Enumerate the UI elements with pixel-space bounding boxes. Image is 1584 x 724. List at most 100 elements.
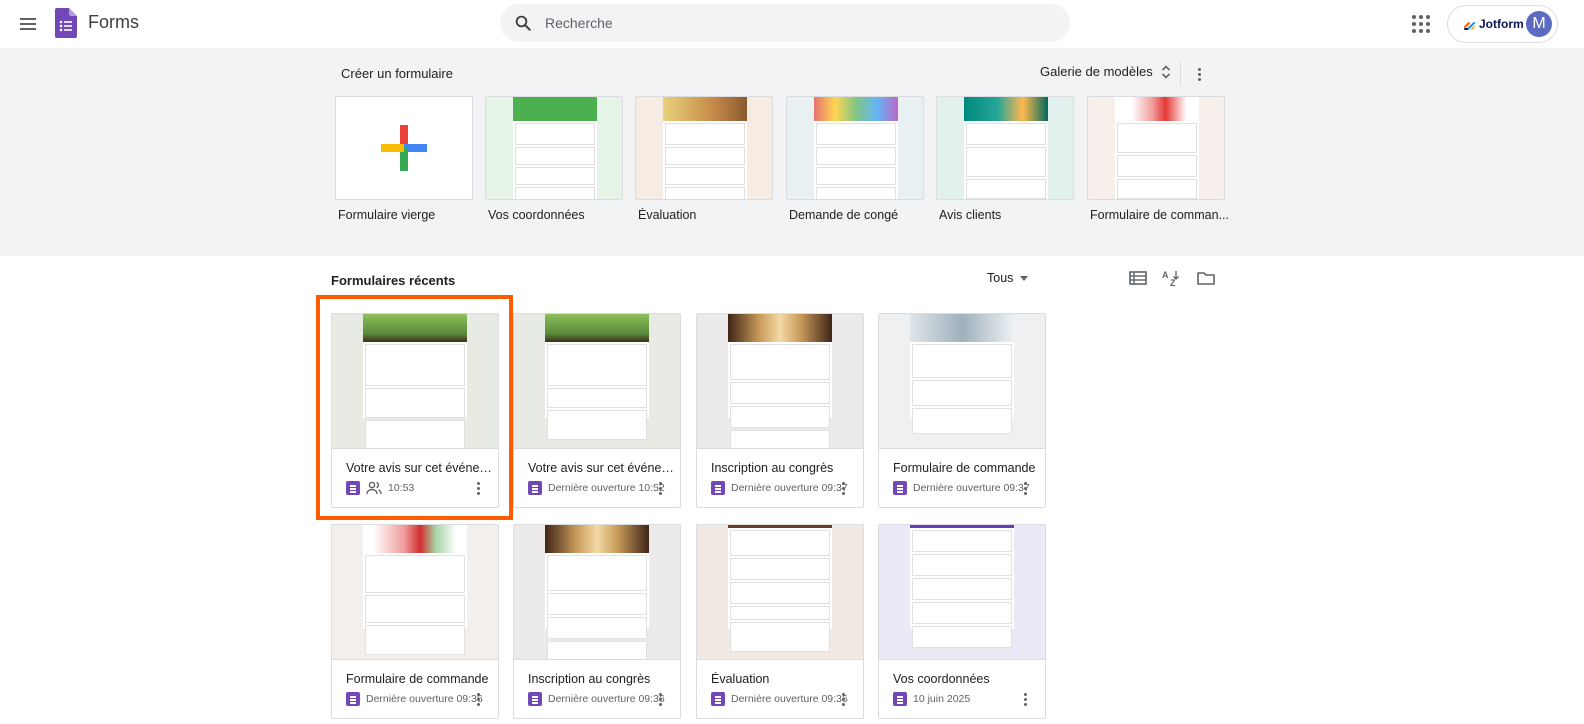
- form-title: Formulaire de commande: [346, 672, 489, 686]
- template-gallery-label: Galerie de modèles: [1040, 64, 1153, 79]
- template-gallery-button[interactable]: Galerie de modèles: [1040, 64, 1171, 79]
- list-view-icon[interactable]: [1128, 268, 1148, 288]
- forms-doc-icon: [528, 481, 542, 495]
- template-thumbnail: [936, 96, 1074, 200]
- form-thumbnail: [879, 314, 1045, 449]
- form-more-options-icon[interactable]: [837, 479, 849, 497]
- app-title[interactable]: Forms: [88, 12, 139, 33]
- form-more-options-icon[interactable]: [472, 479, 484, 497]
- form-thumbnail: [332, 314, 498, 449]
- last-opened-text: Dernière ouverture 09:36: [731, 693, 848, 705]
- shared-people-icon: [366, 481, 382, 495]
- folder-icon[interactable]: [1196, 268, 1216, 288]
- forms-doc-icon: [893, 481, 907, 495]
- template-name: Avis clients: [939, 208, 1002, 222]
- form-thumbnail: [332, 525, 498, 660]
- forms-doc-icon: [346, 692, 360, 706]
- search-bar[interactable]: [500, 4, 1070, 42]
- form-thumbnail: [514, 525, 680, 660]
- template-name: Évaluation: [638, 208, 697, 222]
- template-name: Formulaire de comman...: [1090, 208, 1229, 222]
- forms-doc-icon: [711, 481, 725, 495]
- form-meta: Dernière ouverture 09:36: [346, 691, 483, 707]
- template-blank[interactable]: Formulaire vierge: [335, 96, 473, 222]
- svg-text:A: A: [1162, 270, 1169, 280]
- form-meta: Dernière ouverture 10:52: [528, 480, 665, 496]
- last-opened-text: 10 juin 2025: [913, 693, 971, 705]
- unfold-more-icon: [1161, 64, 1170, 79]
- last-opened-text: 10:53: [388, 482, 415, 494]
- forms-doc-icon: [528, 692, 542, 706]
- jotform-brand-label: Jotform: [1479, 17, 1524, 31]
- form-title: Inscription au congrès: [528, 672, 651, 686]
- template-order-form[interactable]: Formulaire de comman...: [1087, 96, 1229, 222]
- form-meta: Dernière ouverture 09:37: [711, 480, 848, 496]
- sort-alphabetical-icon[interactable]: A Z: [1161, 268, 1181, 288]
- form-thumbnail: [514, 314, 680, 449]
- recent-form-card[interactable]: Inscription au congrès Dernière ouvertur…: [513, 524, 681, 719]
- dropdown-arrow-icon: [1020, 275, 1029, 281]
- template-thumbnail: [335, 96, 473, 200]
- form-more-options-icon[interactable]: [654, 479, 666, 497]
- recent-form-card[interactable]: Votre avis sur cet événem... Dernière ou…: [513, 313, 681, 508]
- template-thumbnail: [786, 96, 924, 200]
- form-thumbnail: [879, 525, 1045, 660]
- recent-forms-heading: Formulaires récents: [331, 273, 456, 288]
- template-name: Demande de congé: [789, 208, 899, 222]
- template-thumbnail: [485, 96, 623, 200]
- form-thumbnail: [697, 525, 863, 660]
- account-chip[interactable]: Jotform M: [1447, 5, 1558, 43]
- recent-form-card[interactable]: Évaluation Dernière ouverture 09:36: [696, 524, 864, 719]
- forms-doc-icon: [346, 481, 360, 495]
- form-title: Formulaire de commande: [893, 461, 1036, 475]
- main-menu-button[interactable]: [14, 10, 42, 38]
- template-thumbnail: [1087, 96, 1225, 200]
- template-leave-request[interactable]: Demande de congé: [786, 96, 924, 222]
- recent-form-card[interactable]: Vos coordonnées 10 juin 2025: [878, 524, 1046, 719]
- last-opened-text: Dernière ouverture 09:36: [366, 693, 483, 705]
- form-meta: Dernière ouverture 09:36: [711, 691, 848, 707]
- google-apps-icon[interactable]: [1410, 13, 1432, 35]
- template-contact-info[interactable]: Vos coordonnées: [485, 96, 623, 222]
- form-more-options-icon[interactable]: [654, 690, 666, 708]
- form-title: Évaluation: [711, 672, 770, 686]
- template-customer-feedback[interactable]: Avis clients: [936, 96, 1074, 222]
- plus-icon: [381, 125, 427, 171]
- form-meta: 10 juin 2025: [893, 691, 970, 707]
- search-input[interactable]: [545, 10, 1045, 36]
- last-opened-text: Dernière ouverture 10:52: [548, 482, 665, 494]
- template-name: Vos coordonnées: [488, 208, 585, 222]
- form-more-options-icon[interactable]: [1019, 479, 1031, 497]
- forms-doc-icon: [893, 692, 907, 706]
- form-title: Inscription au congrès: [711, 461, 834, 475]
- template-name: Formulaire vierge: [338, 208, 436, 222]
- recent-form-card[interactable]: Inscription au congrès Dernière ouvertur…: [696, 313, 864, 508]
- owner-filter-dropdown[interactable]: Tous: [987, 271, 1029, 285]
- form-meta: Dernière ouverture 09:36: [528, 691, 665, 707]
- avatar[interactable]: M: [1526, 11, 1552, 37]
- toolbar-divider: [1180, 62, 1181, 86]
- recent-form-card[interactable]: Formulaire de commande Dernière ouvertur…: [331, 524, 499, 719]
- svg-text:Z: Z: [1170, 278, 1176, 288]
- form-thumbnail: [697, 314, 863, 449]
- recent-form-card[interactable]: Formulaire de commande Dernière ouvertur…: [878, 313, 1046, 508]
- form-more-options-icon[interactable]: [472, 690, 484, 708]
- template-gallery-section: Créer un formulaire Galerie de modèles F…: [0, 48, 1584, 256]
- google-forms-logo-icon[interactable]: [55, 8, 77, 38]
- template-thumbnail: [635, 96, 773, 200]
- form-meta: Dernière ouverture 09:37: [893, 480, 1030, 496]
- form-more-options-icon[interactable]: [837, 690, 849, 708]
- form-title: Vos coordonnées: [893, 672, 990, 686]
- recent-form-card[interactable]: Votre avis sur cet événem... 10:53: [331, 313, 499, 508]
- jotform-logo-icon: [1464, 22, 1475, 30]
- form-more-options-icon[interactable]: [1019, 690, 1031, 708]
- search-icon[interactable]: [514, 14, 532, 32]
- template-evaluation[interactable]: Évaluation: [635, 96, 773, 222]
- last-opened-text: Dernière ouverture 09:37: [731, 482, 848, 494]
- owner-filter-label: Tous: [987, 271, 1014, 285]
- top-app-bar: Forms Jotform M: [0, 0, 1584, 48]
- form-meta: 10:53: [346, 480, 414, 496]
- create-form-label: Créer un formulaire: [341, 66, 453, 81]
- template-more-options-icon[interactable]: [1192, 64, 1206, 84]
- last-opened-text: Dernière ouverture 09:36: [548, 693, 665, 705]
